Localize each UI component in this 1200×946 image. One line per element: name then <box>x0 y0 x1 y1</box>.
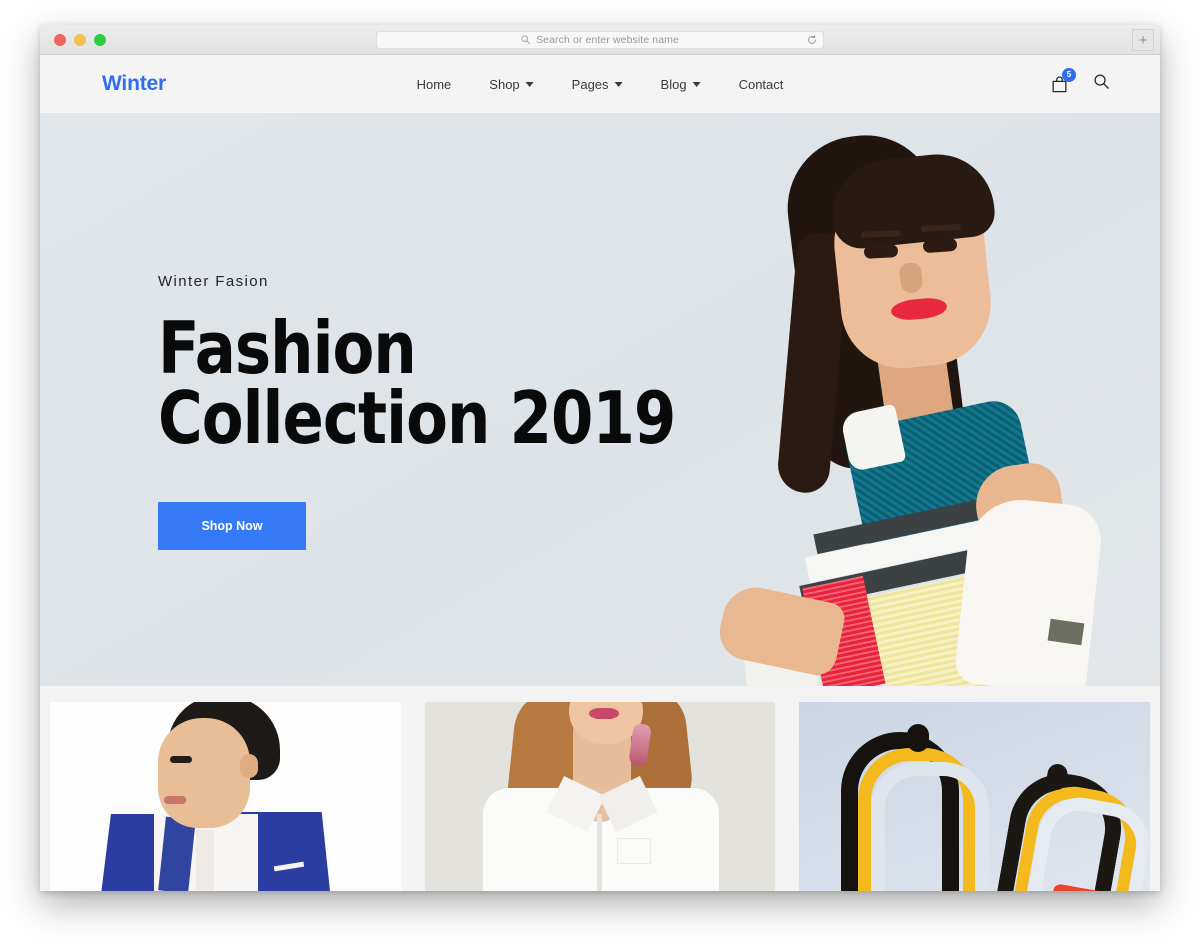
hero-title: Fashion Collection 2019 <box>158 306 676 460</box>
nav-label: Home <box>416 76 452 92</box>
category-card-womens-shirt[interactable] <box>424 702 776 891</box>
header-actions: 5 <box>1050 67 1110 95</box>
close-window-button[interactable] <box>54 33 66 46</box>
chevron-down-icon <box>525 81 534 87</box>
url-bar[interactable]: Search or enter website name <box>376 30 824 49</box>
browser-window: Search or enter website name + Winter Ho… <box>40 25 1160 891</box>
reload-icon[interactable] <box>807 34 817 45</box>
hero-copy: Winter Fasion Fashion Collection 2019 Sh… <box>158 273 718 550</box>
nav-label: Pages <box>571 76 609 92</box>
search-icon <box>1094 74 1109 89</box>
section-divider <box>40 686 1160 702</box>
browser-chrome-bar: Search or enter website name + <box>40 25 1160 55</box>
nav-item-pages[interactable]: Pages <box>572 77 623 92</box>
new-tab-button[interactable]: + <box>1132 29 1154 51</box>
search-icon <box>521 35 530 44</box>
nav-label: Contact <box>738 76 784 92</box>
header-search-button[interactable] <box>1093 73 1110 95</box>
url-bar-container: Search or enter website name <box>376 30 824 49</box>
category-card-footwear[interactable] <box>799 702 1151 891</box>
hero-model-image <box>695 113 1125 686</box>
cart-badge-count: 5 <box>1062 67 1076 82</box>
category-band <box>40 702 1160 891</box>
nav-label: Shop <box>489 76 520 92</box>
page-viewport: Winter Home Shop Pages Blog Contact 5 Wi… <box>40 55 1160 891</box>
hero-section: Winter Fasion Fashion Collection 2019 Sh… <box>40 113 1160 686</box>
hero-eyebrow: Winter Fasion <box>158 273 269 290</box>
window-controls <box>54 33 106 46</box>
site-header: Winter Home Shop Pages Blog Contact 5 <box>40 55 1160 113</box>
cart-button[interactable]: 5 <box>1050 67 1076 94</box>
chevron-down-icon <box>614 81 623 87</box>
nav-item-home[interactable]: Home <box>417 77 452 92</box>
nav-item-contact[interactable]: Contact <box>739 77 784 92</box>
chevron-down-icon <box>692 81 701 87</box>
site-logo[interactable]: Winter <box>102 72 166 96</box>
minimize-window-button[interactable] <box>74 33 86 46</box>
category-card-mens-suit[interactable] <box>50 702 401 891</box>
nav-label: Blog <box>660 76 687 92</box>
plus-icon: + <box>1138 31 1148 49</box>
nav-item-shop[interactable]: Shop <box>489 76 534 92</box>
shop-now-button[interactable]: Shop Now <box>158 501 306 550</box>
url-input-placeholder: Search or enter website name <box>536 33 679 46</box>
maximize-window-button[interactable] <box>94 33 106 46</box>
main-navigation: Home Shop Pages Blog Contact <box>417 77 784 92</box>
nav-item-blog[interactable]: Blog <box>661 77 701 92</box>
